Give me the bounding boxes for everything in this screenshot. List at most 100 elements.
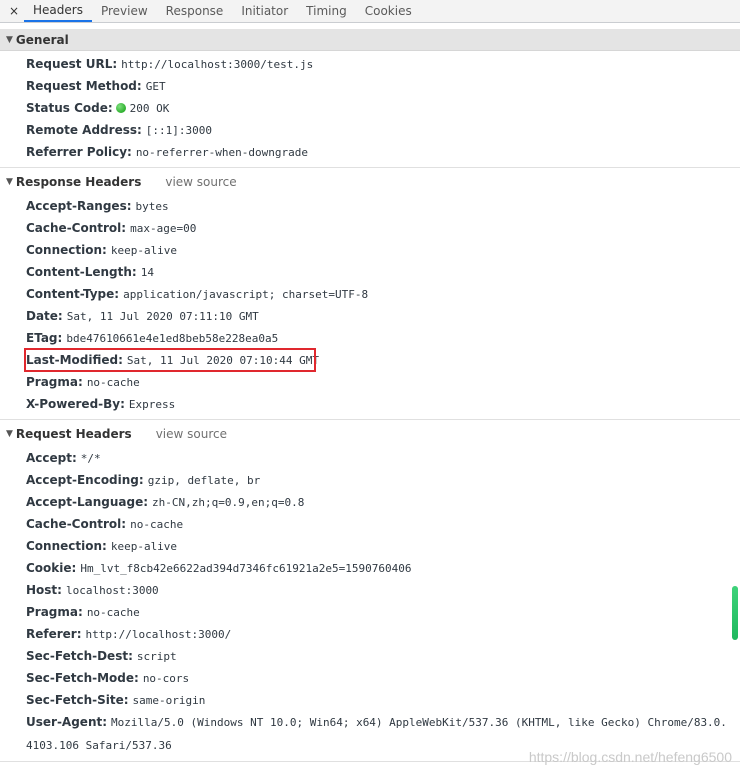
header-row: Content-Length: 14 xyxy=(0,261,740,283)
header-row: Date: Sat, 11 Jul 2020 07:11:10 GMT xyxy=(0,305,740,327)
header-value: application/javascript; charset=UTF-8 xyxy=(123,288,369,301)
header-value: no-cache xyxy=(86,376,140,389)
scrollbar-thumb[interactable] xyxy=(732,586,738,640)
header-value: Sat, 11 Jul 2020 07:11:10 GMT xyxy=(66,310,259,323)
header-value: no-referrer-when-downgrade xyxy=(135,146,308,159)
header-key: Cookie: xyxy=(26,561,77,575)
header-key: Last-Modified: xyxy=(26,353,123,367)
close-icon[interactable]: × xyxy=(4,0,24,22)
header-row: Host: localhost:3000 xyxy=(0,579,740,601)
header-row: ETag: bde47610661e4e1ed8beb58e228ea0a5 xyxy=(0,327,740,349)
header-key: Status Code: xyxy=(26,101,113,115)
header-key: Request Method: xyxy=(26,79,142,93)
status-ok-icon xyxy=(115,103,126,113)
header-key: Accept-Ranges: xyxy=(26,199,132,213)
triangle-down-icon: ▼ xyxy=(6,177,13,187)
section-title: Response Headers xyxy=(15,175,142,189)
response-headers-section: ▼ Response Headers view source Accept-Ra… xyxy=(0,171,740,420)
header-key: Accept-Language: xyxy=(26,495,149,509)
tab-cookies[interactable]: Cookies xyxy=(356,0,421,22)
header-row: Sec-Fetch-Dest: script xyxy=(0,645,740,667)
header-value: no-cors xyxy=(142,672,190,685)
header-value: Express xyxy=(128,398,176,411)
header-key: Request URL: xyxy=(26,57,118,71)
header-row: Cache-Control: max-age=00 xyxy=(0,217,740,239)
header-value: GET xyxy=(145,80,166,93)
response-headers-toggle[interactable]: ▼ Response Headers view source xyxy=(0,171,740,193)
header-row: Connection: keep-alive xyxy=(0,535,740,557)
header-key: Accept-Encoding: xyxy=(26,473,144,487)
header-value: no-cache xyxy=(130,518,184,531)
header-row: Sec-Fetch-Mode: no-cors xyxy=(0,667,740,689)
header-row: Status Code: 200 OK xyxy=(0,97,740,119)
header-key: Pragma: xyxy=(26,605,83,619)
header-value: localhost:3000 xyxy=(65,584,159,597)
watermark: https://blog.csdn.net/hefeng6500 xyxy=(528,749,732,765)
response-header-rows: Accept-Ranges: bytes Cache-Control: max-ag… xyxy=(0,193,740,419)
header-value: gzip, deflate, br xyxy=(147,474,261,487)
tab-response[interactable]: Response xyxy=(157,0,233,22)
triangle-down-icon: ▼ xyxy=(6,34,13,45)
header-value: Mozilla/5.0 (Windows NT 10.0; Win64; x64… xyxy=(26,716,727,752)
header-row: Connection: keep-alive xyxy=(0,239,740,261)
header-row: Pragma: no-cache xyxy=(0,371,740,393)
header-value: */* xyxy=(80,452,101,465)
header-row: Request URL: http://localhost:3000/test.j… xyxy=(0,53,740,75)
header-row: Referer: http://localhost:3000/ xyxy=(0,623,740,645)
header-value: bytes xyxy=(135,200,169,213)
tab-preview[interactable]: Preview xyxy=(92,0,157,22)
header-value: keep-alive xyxy=(110,540,178,553)
general-section-toggle[interactable]: ▼ General xyxy=(0,29,740,51)
view-source-link[interactable]: view source xyxy=(156,427,227,441)
section-title: General xyxy=(15,32,69,47)
header-row: Cookie: Hm_lvt_f8cb42e6622ad394d7346fc619… xyxy=(0,557,740,579)
header-row: Remote Address: [::1]:3000 xyxy=(0,119,740,141)
header-key: Connection: xyxy=(26,243,107,257)
header-row: Request Method: GET xyxy=(0,75,740,97)
header-value: zh-CN,zh;q=0.9,en;q=0.8 xyxy=(152,496,305,509)
header-key: Cache-Control: xyxy=(26,221,127,235)
header-value: 14 xyxy=(140,266,154,279)
header-value: 200 OK xyxy=(129,102,170,115)
header-value: no-cache xyxy=(86,606,140,619)
header-key: Sec-Fetch-Dest: xyxy=(26,649,133,663)
header-key: Remote Address: xyxy=(26,123,142,137)
header-key: Sec-Fetch-Mode: xyxy=(26,671,139,685)
request-headers-section: ▼ Request Headers view source Accept: */*… xyxy=(0,423,740,762)
general-section: ▼ General Request URL: http://localhost:3… xyxy=(0,29,740,168)
header-key: Date: xyxy=(26,309,63,323)
header-row: Content-Type: application/javascript; cha… xyxy=(0,283,740,305)
header-row: Accept-Encoding: gzip, deflate, br xyxy=(0,469,740,491)
header-key: X-Powered-By: xyxy=(26,397,125,411)
header-value: Sat, 11 Jul 2020 07:10:44 GMT xyxy=(126,354,319,367)
header-value: max-age=00 xyxy=(130,222,197,235)
header-value: Hm_lvt_f8cb42e6622ad394d7346fc61921a2e5=… xyxy=(80,562,412,575)
header-key: Referrer Policy: xyxy=(26,145,132,159)
header-value: [::1]:3000 xyxy=(145,124,213,137)
header-key: Cache-Control: xyxy=(26,517,127,531)
header-row: Accept-Language: zh-CN,zh;q=0.9,en;q=0.8 xyxy=(0,491,740,513)
header-value: http://localhost:3000/ xyxy=(85,628,232,641)
header-row-last-modified: Last-Modified: Sat, 11 Jul 2020 07:10:44 … xyxy=(0,349,740,371)
tab-headers[interactable]: Headers xyxy=(24,0,92,22)
header-value: script xyxy=(136,650,177,663)
header-key: Pragma: xyxy=(26,375,83,389)
tab-initiator[interactable]: Initiator xyxy=(232,0,297,22)
header-row: Referrer Policy: no-referrer-when-downgra… xyxy=(0,141,740,163)
header-value: bde47610661e4e1ed8beb58e228ea0a5 xyxy=(66,332,279,345)
header-key: Referer: xyxy=(26,627,82,641)
header-value: keep-alive xyxy=(110,244,178,257)
header-row: Accept: */* xyxy=(0,447,740,469)
triangle-down-icon: ▼ xyxy=(6,429,13,439)
tab-bar: × Headers Preview Response Initiator Tim… xyxy=(0,0,740,23)
header-key: Content-Length: xyxy=(26,265,137,279)
request-headers-toggle[interactable]: ▼ Request Headers view source xyxy=(0,423,740,445)
header-key: Sec-Fetch-Site: xyxy=(26,693,129,707)
tab-timing[interactable]: Timing xyxy=(297,0,356,22)
general-rows: Request URL: http://localhost:3000/test.j… xyxy=(0,51,740,167)
header-key: Content-Type: xyxy=(26,287,120,301)
header-key: ETag: xyxy=(26,331,63,345)
header-row: Cache-Control: no-cache xyxy=(0,513,740,535)
header-row: X-Powered-By: Express xyxy=(0,393,740,415)
view-source-link[interactable]: view source xyxy=(165,175,236,189)
